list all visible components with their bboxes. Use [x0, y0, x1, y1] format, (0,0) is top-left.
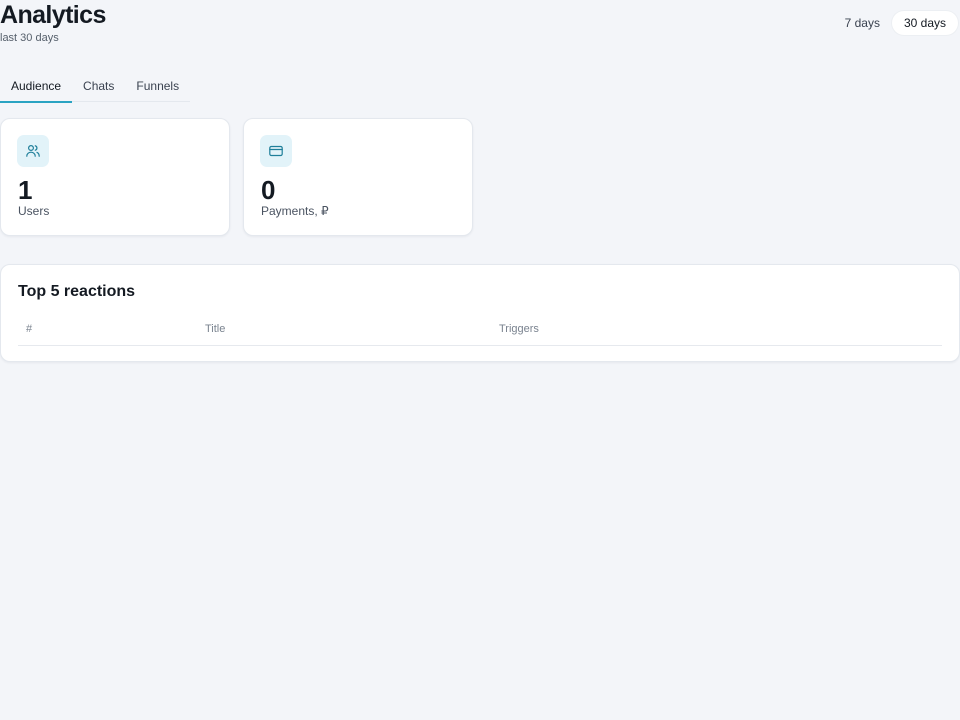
reactions-table-header: # Title Triggers [18, 321, 942, 346]
credit-card-icon [260, 135, 292, 167]
column-header-number: # [26, 323, 33, 335]
column-header-title: Title [205, 323, 226, 335]
page-header: Analytics last 30 days 7 days 30 days [0, 0, 960, 50]
payments-amount: 0 [261, 175, 276, 205]
top-reactions-title: Top 5 reactions [18, 283, 136, 300]
users-stat-card: 1 Users [0, 118, 230, 236]
top-reactions-card: Top 5 reactions # Title Triggers [0, 264, 960, 362]
analytics-tabs: Audience Chats Funnels [0, 73, 191, 103]
column-header-triggers: Triggers [499, 323, 539, 335]
tab-audience[interactable]: Audience [0, 73, 73, 103]
range-30-days-button[interactable]: 30 days [891, 11, 958, 35]
users-label: Users [18, 204, 50, 218]
date-range-switch: 7 days 30 days [833, 11, 958, 35]
users-icon [17, 135, 49, 167]
page-subtitle: last 30 days [0, 32, 59, 44]
range-7-days-button[interactable]: 7 days [833, 11, 892, 35]
payments-stat-card: 0 Payments, ₽ [243, 118, 473, 236]
page-title: Analytics [0, 1, 106, 29]
users-count: 1 [18, 175, 33, 205]
tab-funnels[interactable]: Funnels [125, 73, 190, 102]
payments-label: Payments, ₽ [261, 204, 329, 218]
tab-chats[interactable]: Chats [72, 73, 125, 102]
